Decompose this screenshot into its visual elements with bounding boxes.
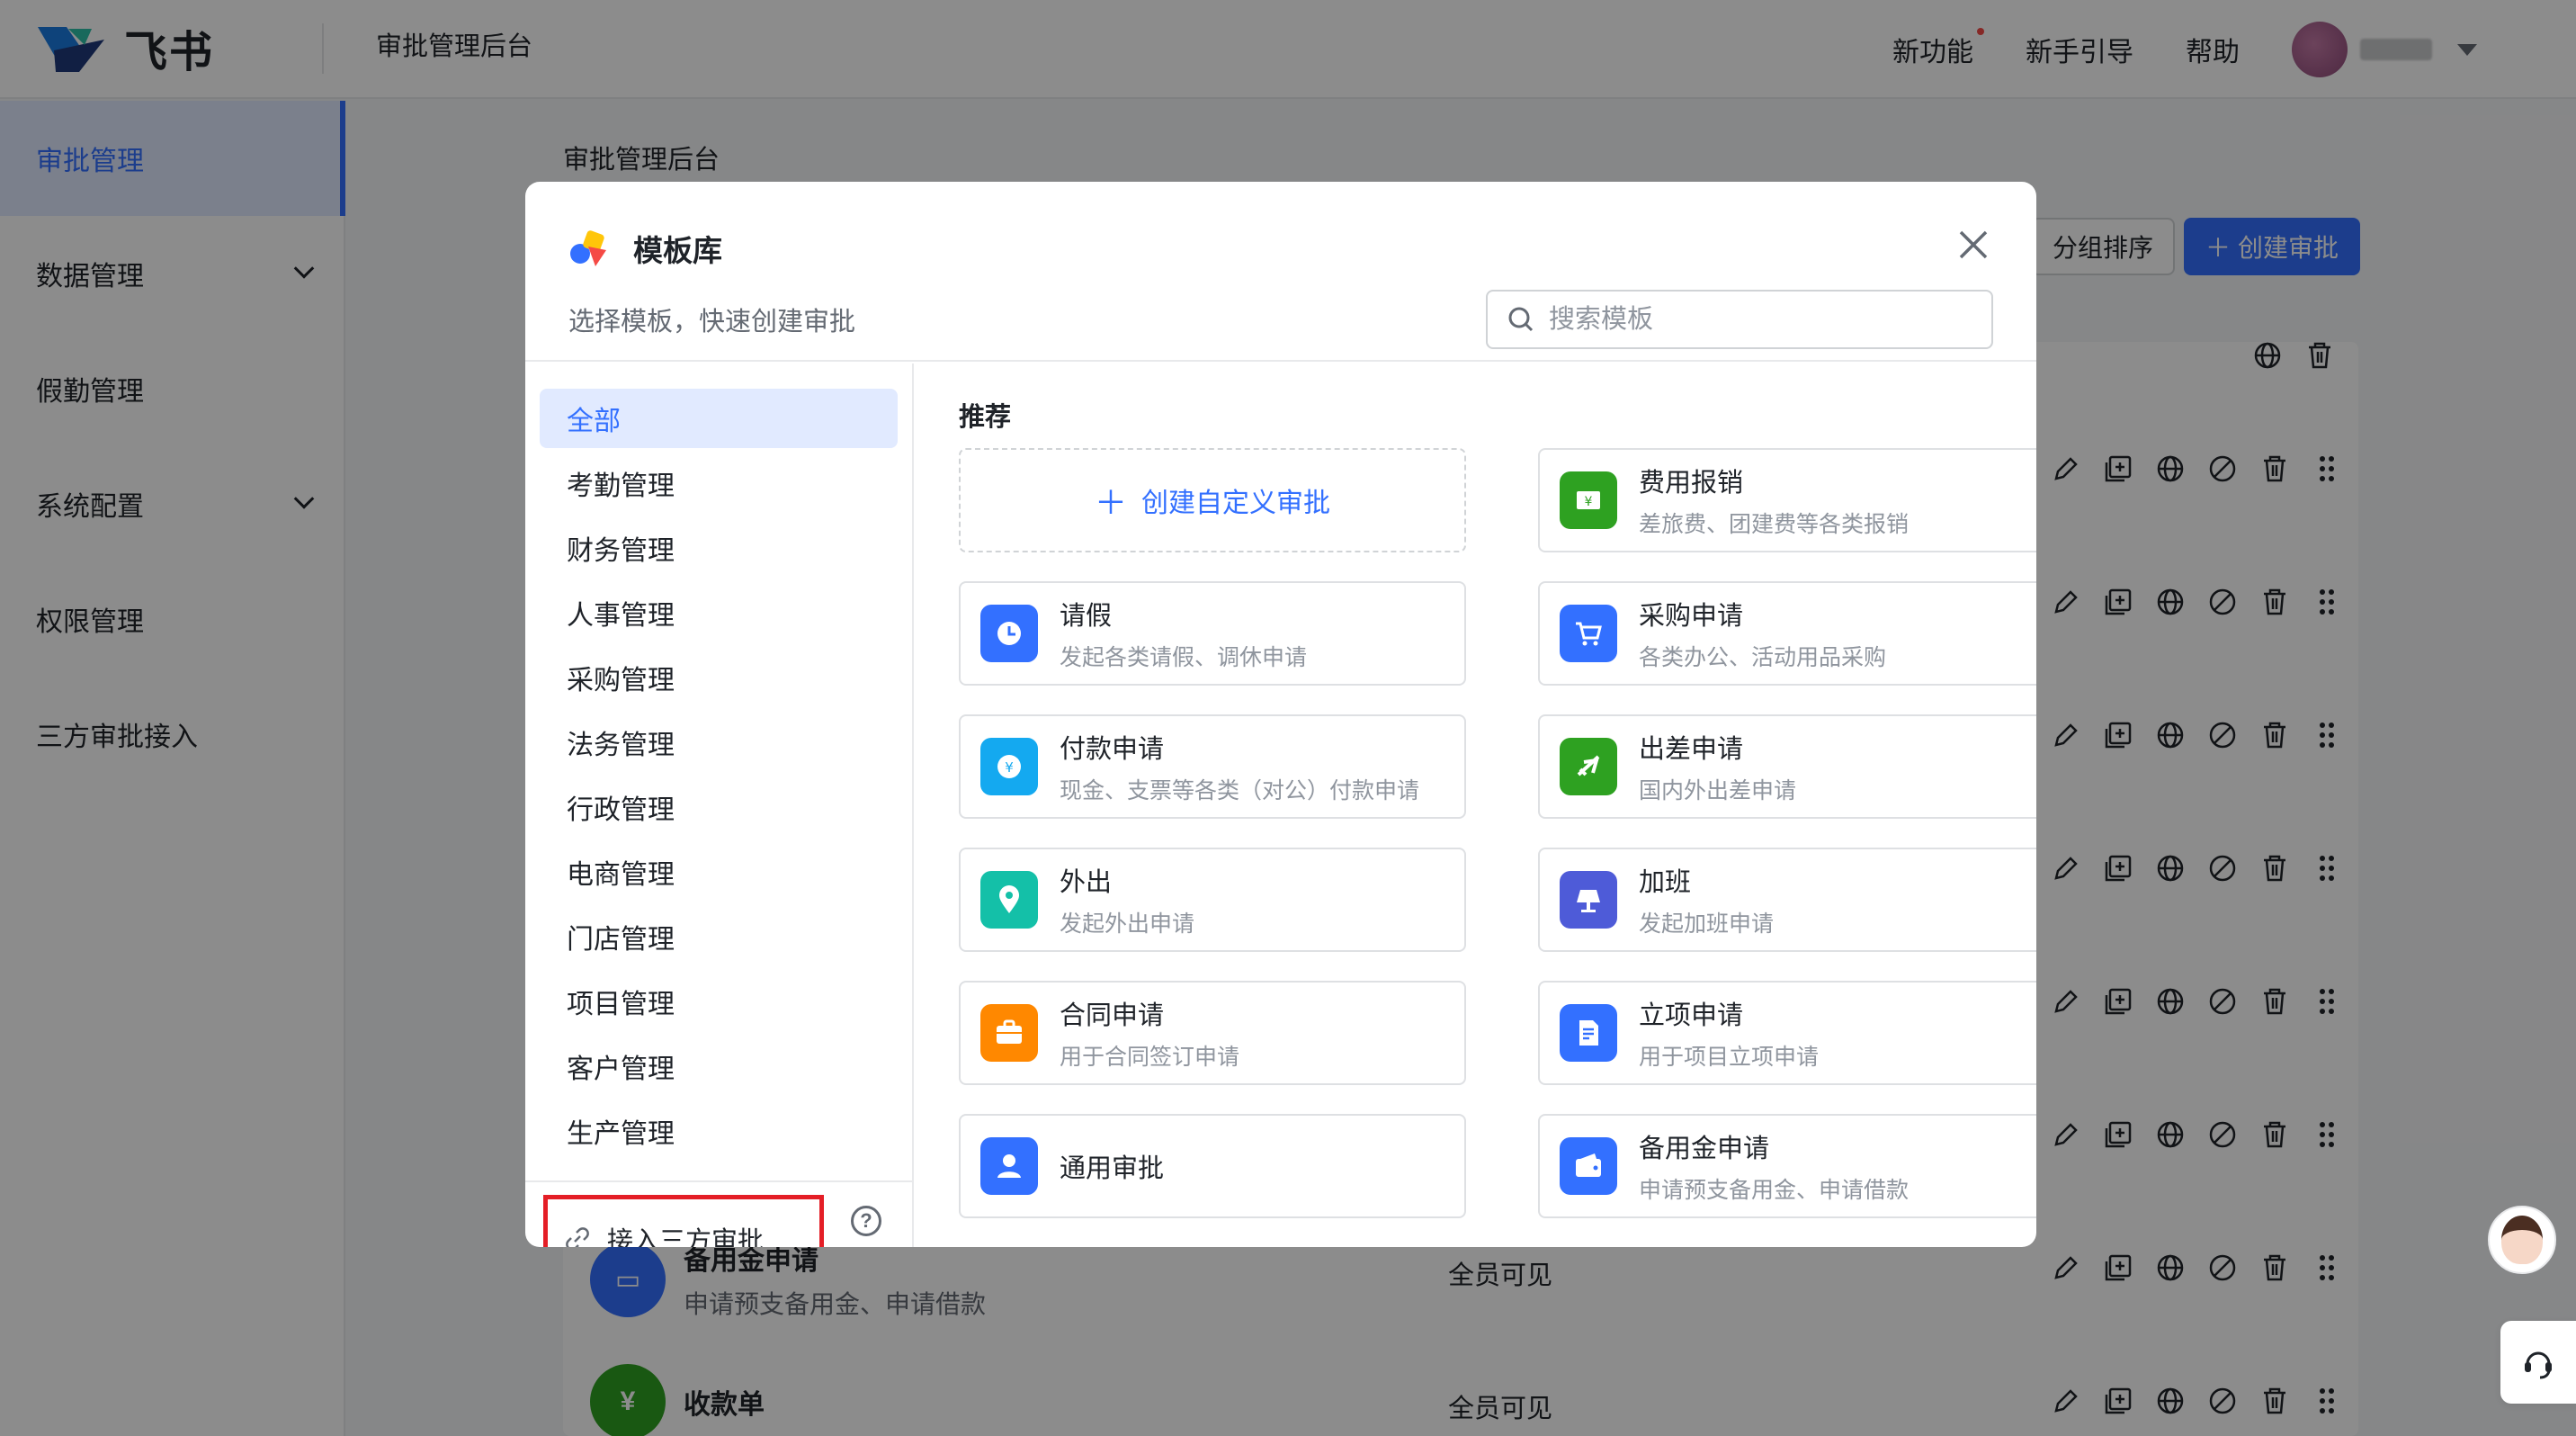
section-title: 推荐 [959, 403, 1012, 432]
plane-icon [1560, 738, 1617, 795]
template-card[interactable]: 立项申请用于项目立项申请 [1538, 981, 2036, 1085]
template-card-text: 采购申请各类办公、活动用品采购 [1639, 595, 1886, 672]
template-card[interactable]: 采购申请各类办公、活动用品采购 [1538, 581, 2036, 686]
template-name: 通用审批 [1060, 1154, 1165, 1183]
template-card-text: 出差申请国内外出差申请 [1639, 728, 1796, 805]
template-grid: 推荐 ＋ 创建自定义审批 ¥ 费用报销差旅费、团建费等各类报销请假发起各类请假、调… [914, 363, 2036, 1247]
wallet-icon [1560, 1137, 1617, 1195]
assistant-avatar-button[interactable] [2488, 1206, 2556, 1274]
template-name: 付款申请 [1060, 735, 1165, 764]
template-search[interactable] [1486, 290, 1993, 349]
lamp-icon [1560, 871, 1617, 929]
template-card[interactable]: 外出 发起外出申请 [959, 848, 1466, 952]
template-card-text: 加班 发起加班申请 [1639, 861, 1774, 938]
template-card[interactable]: 备用金申请申请预支备用金、申请借款 [1538, 1114, 2036, 1218]
template-desc: 现金、支票等各类（对公）付款申请 [1060, 778, 1420, 803]
clock-icon [980, 605, 1038, 662]
template-desc: 发起各类请假、调休申请 [1060, 645, 1308, 670]
template-name: 外出 [1060, 868, 1113, 897]
template-card[interactable]: ¥ 付款申请现金、支票等各类（对公）付款申请 [959, 714, 1466, 819]
document-icon [1560, 1004, 1617, 1062]
close-icon[interactable] [1955, 227, 1991, 263]
template-desc: 用于合同签订申请 [1060, 1045, 1240, 1070]
template-library-modal: 模板库 选择模板，快速创建审批 全部 考勤管理 财务管理 人事管理 采购管理 法… [525, 182, 2036, 1247]
category-ecommerce[interactable]: 电商管理 [540, 842, 898, 902]
support-button[interactable] [2500, 1321, 2576, 1404]
plus-icon: ＋ [1094, 484, 1127, 521]
category-hr[interactable]: 人事管理 [540, 583, 898, 642]
third-party-label: 接入三方审批 [607, 1227, 765, 1247]
create-custom-label: 创建自定义审批 [1141, 489, 1330, 518]
category-all[interactable]: 全部 [540, 389, 898, 448]
template-library-logo-icon [570, 230, 606, 266]
category-attendance[interactable]: 考勤管理 [540, 453, 898, 513]
search-icon [1508, 307, 1534, 332]
template-desc: 发起外出申请 [1060, 911, 1195, 937]
template-name: 请假 [1060, 602, 1113, 631]
svg-text:¥: ¥ [1005, 759, 1014, 776]
cart-icon [1560, 605, 1617, 662]
link-icon [566, 1227, 589, 1247]
template-card-text: 费用报销差旅费、团建费等各类报销 [1639, 462, 1909, 539]
modal-subtitle: 选择模板，快速创建审批 [568, 308, 856, 337]
assistant-face-icon [2501, 1216, 2543, 1264]
category-footer: 接入三方审批 ? [525, 1180, 912, 1247]
create-custom-approval-card[interactable]: ＋ 创建自定义审批 [959, 448, 1466, 552]
modal-title: 模板库 [633, 234, 722, 267]
category-project[interactable]: 项目管理 [540, 972, 898, 1031]
connect-third-party-button[interactable]: 接入三方审批 [543, 1195, 824, 1247]
template-desc: 差旅费、团建费等各类报销 [1639, 512, 1910, 537]
template-name: 备用金申请 [1639, 1135, 1770, 1163]
template-card[interactable]: 通用审批 [959, 1114, 1466, 1218]
help-icon[interactable]: ? [851, 1206, 881, 1236]
category-procurement[interactable]: 采购管理 [540, 648, 898, 707]
person-icon [980, 1137, 1038, 1195]
category-customer[interactable]: 客户管理 [540, 1037, 898, 1096]
template-card[interactable]: 出差申请国内外出差申请 [1538, 714, 2036, 819]
category-legal[interactable]: 法务管理 [540, 713, 898, 772]
template-desc: 国内外出差申请 [1639, 778, 1797, 803]
template-desc: 发起加班申请 [1639, 911, 1775, 937]
template-card-text: 通用审批 [1060, 1147, 1164, 1185]
template-desc: 各类办公、活动用品采购 [1639, 645, 1887, 670]
modal-header: 模板库 选择模板，快速创建审批 [525, 182, 2036, 362]
category-store[interactable]: 门店管理 [540, 907, 898, 966]
template-card[interactable]: ¥ 费用报销差旅费、团建费等各类报销 [1538, 448, 2036, 552]
svg-text:¥: ¥ [1585, 495, 1593, 509]
search-input[interactable] [1549, 304, 1963, 335]
money-icon: ¥ [1560, 471, 1617, 529]
template-name: 合同申请 [1060, 1001, 1165, 1030]
template-desc: 申请预支备用金、申请借款 [1639, 1178, 1910, 1203]
yen-coin-icon: ¥ [980, 738, 1038, 795]
template-card-text: 请假发起各类请假、调休申请 [1060, 595, 1307, 672]
template-name: 费用报销 [1639, 469, 1744, 498]
template-card-text: 外出 发起外出申请 [1060, 861, 1194, 938]
template-card[interactable]: 加班 发起加班申请 [1538, 848, 2036, 952]
template-name: 加班 [1639, 868, 1692, 897]
category-production[interactable]: 生产管理 [540, 1101, 898, 1161]
template-name: 立项申请 [1639, 1001, 1744, 1030]
template-name: 采购申请 [1639, 602, 1744, 631]
template-card-text: 立项申请用于项目立项申请 [1639, 994, 1819, 1072]
template-card[interactable]: 请假发起各类请假、调休申请 [959, 581, 1466, 686]
category-admin[interactable]: 行政管理 [540, 777, 898, 837]
template-card-text: 付款申请现金、支票等各类（对公）付款申请 [1060, 728, 1419, 805]
template-name: 出差申请 [1639, 735, 1744, 764]
template-card-text: 备用金申请申请预支备用金、申请借款 [1639, 1127, 1909, 1205]
category-finance[interactable]: 财务管理 [540, 518, 898, 578]
briefcase-icon [980, 1004, 1038, 1062]
template-desc: 用于项目立项申请 [1639, 1045, 1820, 1070]
template-card-text: 合同申请用于合同签订申请 [1060, 994, 1239, 1072]
template-card[interactable]: 合同申请用于合同签订申请 [959, 981, 1466, 1085]
category-list: 全部 考勤管理 财务管理 人事管理 采购管理 法务管理 行政管理 电商管理 门店… [525, 363, 914, 1247]
headset-icon [2525, 1351, 2552, 1379]
location-pin-icon [980, 871, 1038, 929]
